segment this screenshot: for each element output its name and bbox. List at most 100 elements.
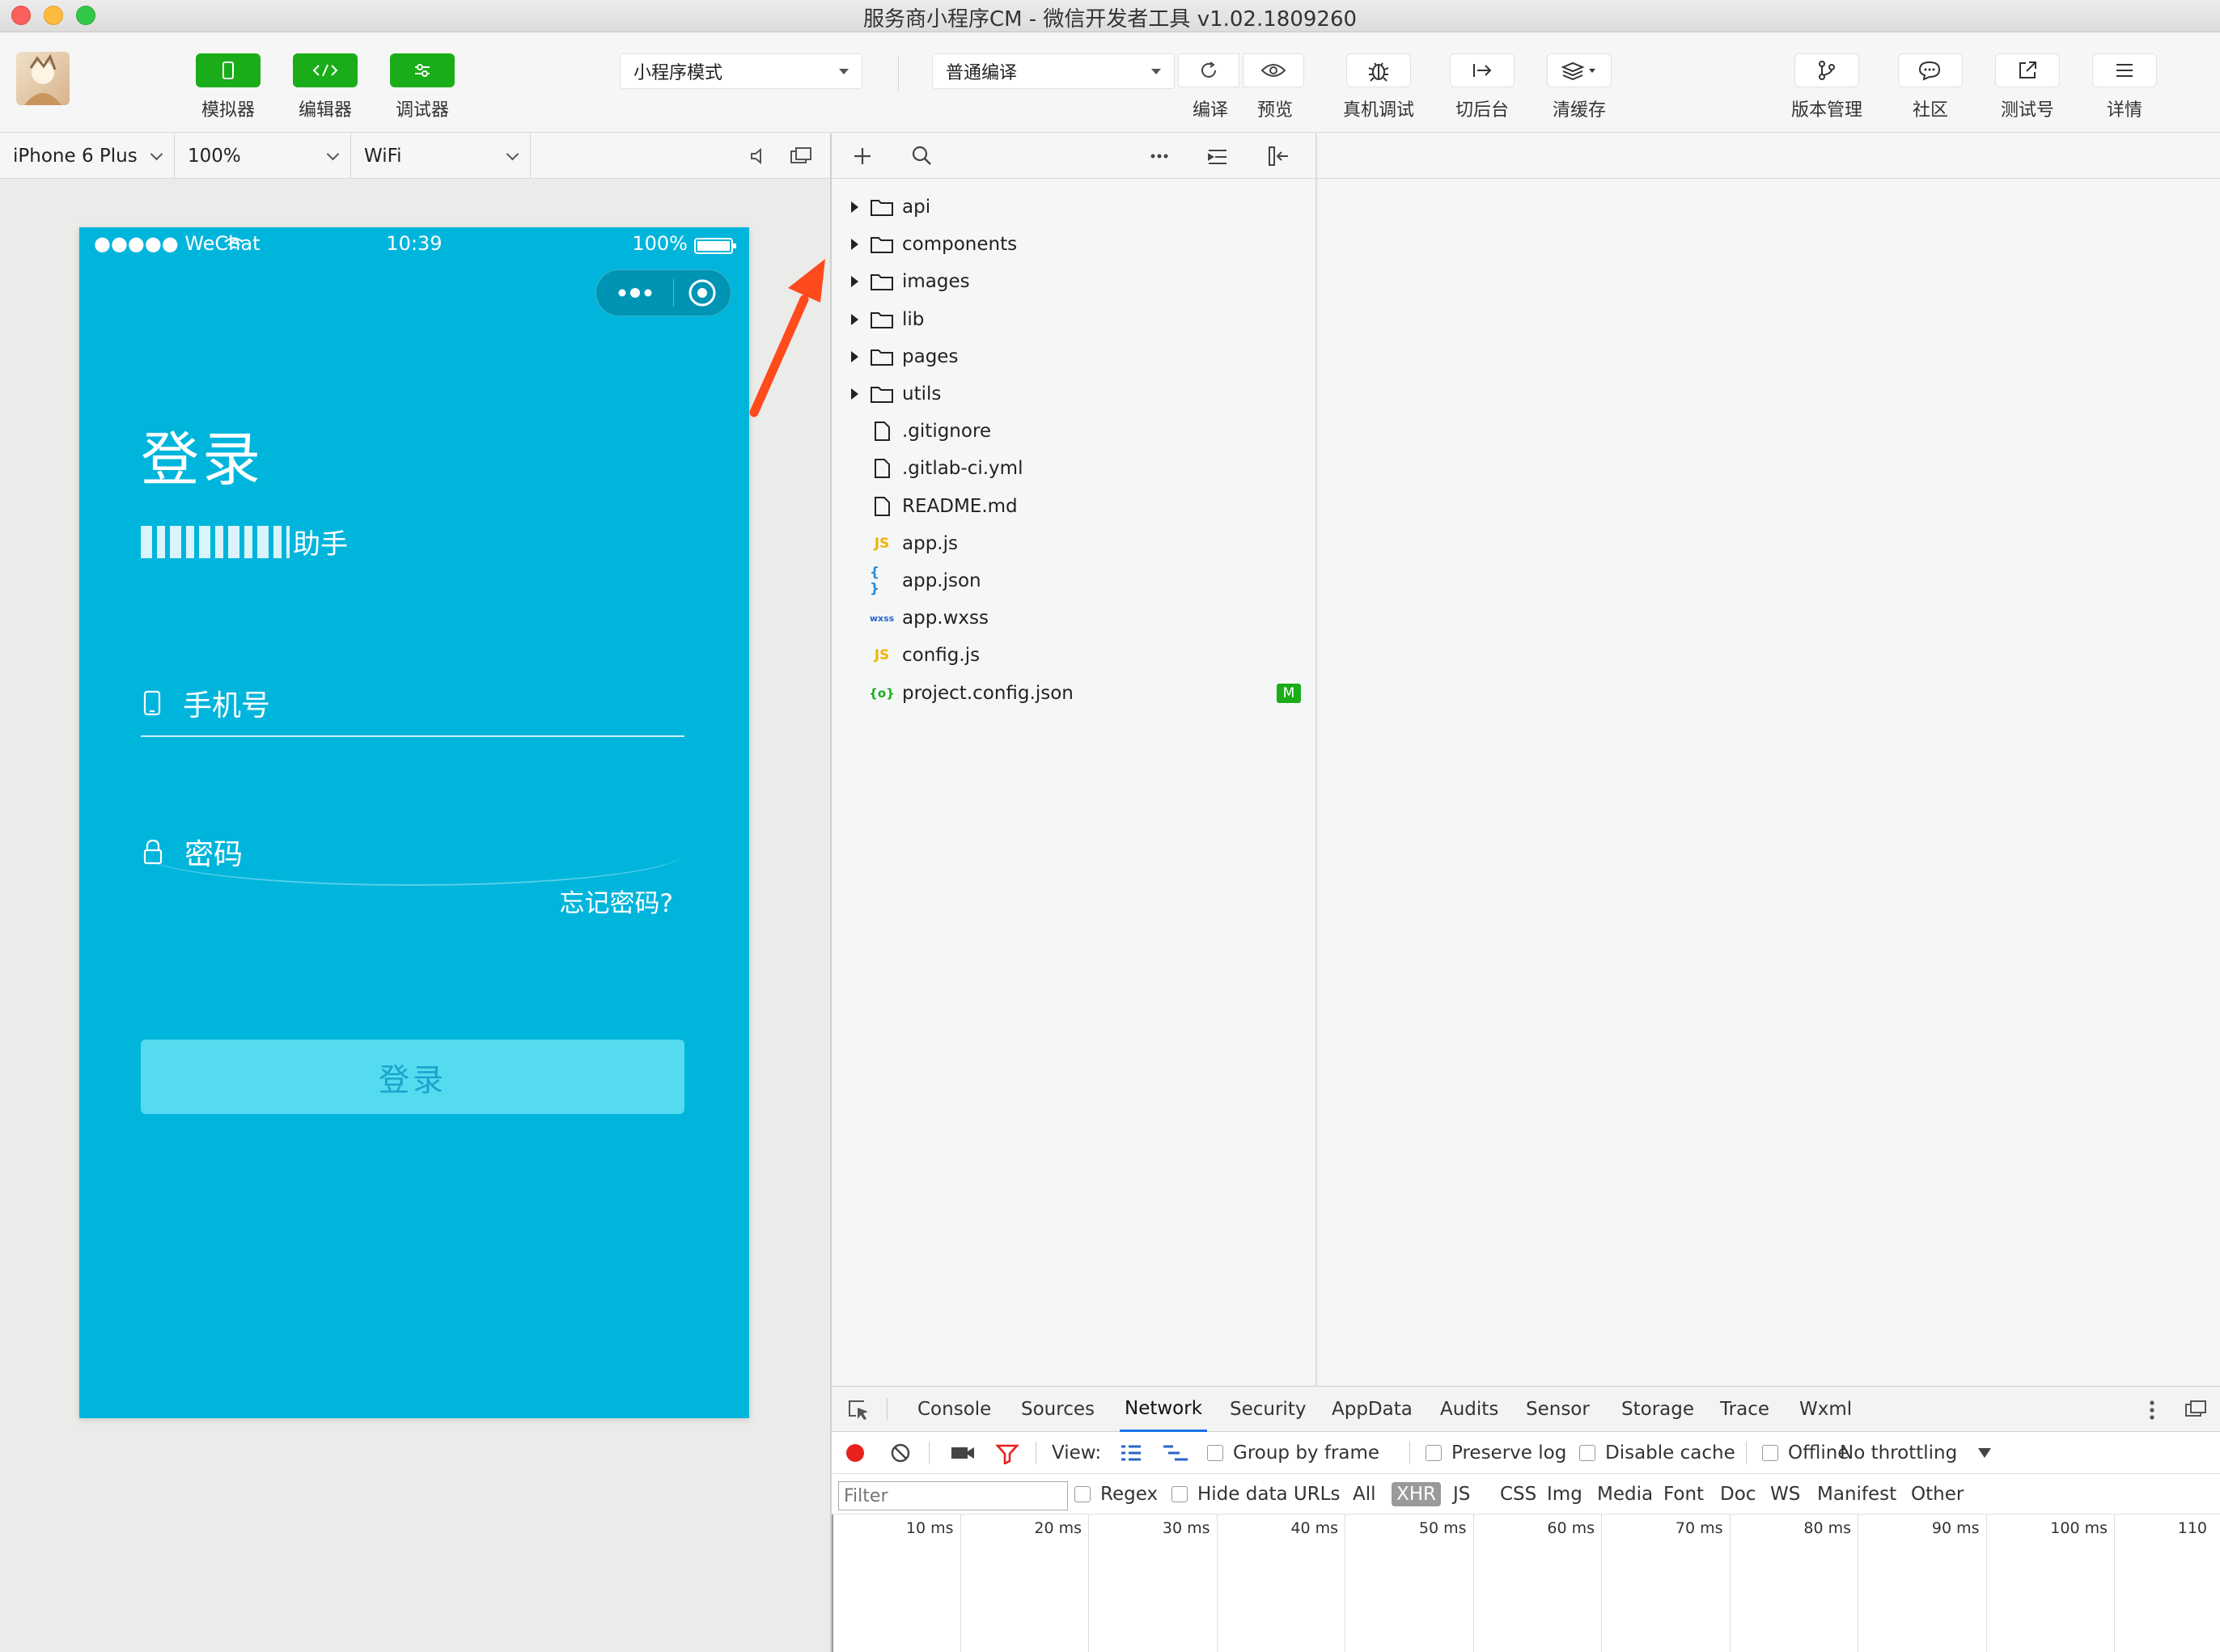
inspect-element-icon[interactable]	[846, 1398, 871, 1422]
filter-type-xhr[interactable]: XHR	[1392, 1474, 1442, 1514]
tab-network[interactable]: Network	[1120, 1387, 1208, 1432]
simulator-toggle-button[interactable]	[196, 53, 261, 87]
preserve-log-checkbox[interactable]: Preserve log	[1426, 1432, 1566, 1474]
expand-arrow-icon[interactable]	[851, 388, 858, 400]
kebab-menu-icon[interactable]	[2149, 1400, 2155, 1421]
preview-button[interactable]	[1243, 53, 1304, 87]
file-item[interactable]: .gitignore	[832, 413, 1315, 450]
add-icon[interactable]	[853, 146, 872, 166]
document-icon	[870, 496, 894, 517]
filter-type-media[interactable]: Media	[1597, 1474, 1653, 1514]
password-input[interactable]: 密码	[141, 820, 684, 886]
filter-type-img[interactable]: Img	[1547, 1474, 1582, 1514]
folder-item[interactable]: images	[832, 263, 1315, 300]
mode-select[interactable]: 小程序模式	[620, 53, 862, 89]
filter-type-all[interactable]: All	[1353, 1474, 1376, 1514]
timeline-tick-label: 40 ms	[1290, 1519, 1338, 1537]
zoom-select[interactable]: 100%	[175, 133, 351, 179]
filter-type-other[interactable]: Other	[1911, 1474, 1964, 1514]
device-select[interactable]: iPhone 6 Plus	[0, 133, 175, 179]
network-select[interactable]: WiFi	[351, 133, 531, 179]
file-name: config.js	[902, 645, 981, 667]
filter-type-css[interactable]: CSS	[1500, 1474, 1536, 1514]
version-control-button[interactable]	[1794, 53, 1859, 87]
filter-type-ws[interactable]: WS	[1770, 1474, 1800, 1514]
forgot-password-link[interactable]: 忘记密码?	[560, 883, 673, 919]
throttling-select[interactable]: No throttling	[1840, 1432, 1992, 1474]
filter-input[interactable]	[838, 1481, 1068, 1510]
close-miniprogram-button[interactable]	[674, 269, 731, 316]
details-button[interactable]	[2092, 53, 2157, 87]
tab-appdata[interactable]: AppData	[1327, 1387, 1417, 1432]
waterfall-view-icon[interactable]	[1162, 1444, 1189, 1462]
file-item[interactable]: wxss app.wxss	[832, 599, 1315, 637]
timeline-tick-label: 100 ms	[2050, 1519, 2108, 1537]
dock-icon[interactable]	[2184, 1400, 2207, 1419]
folder-item[interactable]: api	[832, 188, 1315, 226]
simulator-label: 模拟器	[201, 100, 255, 121]
search-icon[interactable]	[911, 145, 932, 166]
user-avatar[interactable]	[16, 52, 70, 105]
file-item[interactable]: JS config.js	[832, 637, 1315, 674]
folder-item[interactable]: utils	[832, 375, 1315, 413]
offline-checkbox[interactable]: Offline	[1762, 1432, 1849, 1474]
community-button[interactable]	[1898, 53, 1963, 87]
list-view-icon[interactable]	[1120, 1444, 1142, 1462]
screenshot-capture-icon[interactable]	[950, 1444, 976, 1462]
file-item[interactable]: JS app.js	[832, 525, 1315, 562]
detach-window-icon[interactable]	[790, 146, 812, 166]
filter-icon[interactable]	[995, 1443, 1019, 1464]
file-name: api	[902, 197, 931, 218]
folder-item[interactable]: lib	[832, 301, 1315, 338]
hide-data-urls-checkbox[interactable]: Hide data URLs	[1171, 1474, 1340, 1514]
remote-debug-button[interactable]	[1346, 53, 1411, 87]
preview-label: 预览	[1256, 100, 1293, 121]
folder-item[interactable]: components	[832, 226, 1315, 263]
tab-storage[interactable]: Storage	[1616, 1387, 1699, 1432]
file-item[interactable]: .gitlab-ci.yml	[832, 450, 1315, 487]
tab-console[interactable]: Console	[913, 1387, 996, 1432]
tab-sensor[interactable]: Sensor	[1521, 1387, 1595, 1432]
file-item[interactable]: README.md	[832, 488, 1315, 525]
ctrl-divider	[929, 1442, 930, 1464]
group-by-frame-checkbox[interactable]: Group by frame	[1207, 1432, 1379, 1474]
file-item[interactable]: {o} project.config.json M	[832, 675, 1315, 712]
folder-item[interactable]: pages	[832, 338, 1315, 375]
timeline-gridline	[1985, 1514, 1987, 1652]
debugger-toggle-button[interactable]	[390, 53, 455, 87]
compile-select[interactable]: 普通编译	[932, 53, 1175, 89]
expand-arrow-icon[interactable]	[851, 313, 858, 325]
clear-cache-button[interactable]	[1547, 53, 1612, 87]
filter-type-manifest[interactable]: Manifest	[1817, 1474, 1896, 1514]
file-item[interactable]: { } app.json	[832, 562, 1315, 599]
regex-checkbox[interactable]: Regex	[1074, 1474, 1158, 1514]
tab-audits[interactable]: Audits	[1435, 1387, 1503, 1432]
expand-arrow-icon[interactable]	[851, 276, 858, 288]
filter-type-js[interactable]: JS	[1453, 1474, 1470, 1514]
test-account-button[interactable]	[1995, 53, 2060, 87]
expand-arrow-icon[interactable]	[851, 350, 858, 362]
record-icon[interactable]	[845, 1442, 866, 1464]
background-switch-button[interactable]	[1450, 53, 1515, 87]
compile-button[interactable]	[1178, 53, 1239, 87]
filter-type-font[interactable]: Font	[1663, 1474, 1704, 1514]
devtools-tab-bar: Console Sources Network Security AppData Audi…	[832, 1387, 2220, 1432]
login-button[interactable]: 登录	[141, 1040, 684, 1114]
more-button[interactable]	[596, 269, 673, 316]
phone-input[interactable]: 手机号	[141, 671, 684, 737]
expand-arrow-icon[interactable]	[851, 239, 858, 251]
tab-security[interactable]: Security	[1225, 1387, 1311, 1432]
tab-trace[interactable]: Trace	[1715, 1387, 1774, 1432]
clear-icon[interactable]	[890, 1442, 911, 1464]
ellipsis-icon[interactable]	[1150, 154, 1168, 159]
tab-wxml[interactable]: Wxml	[1794, 1387, 1857, 1432]
tab-sources[interactable]: Sources	[1016, 1387, 1099, 1432]
toggle-sidebar-icon[interactable]	[1267, 145, 1290, 167]
editor-toggle-button[interactable]	[293, 53, 358, 87]
mute-icon[interactable]	[749, 146, 767, 166]
collapse-all-icon[interactable]	[1207, 148, 1228, 166]
clear-cache-label: 清缓存	[1552, 100, 1606, 121]
expand-arrow-icon[interactable]	[851, 201, 858, 213]
disable-cache-checkbox[interactable]: Disable cache	[1579, 1432, 1735, 1474]
filter-type-doc[interactable]: Doc	[1720, 1474, 1756, 1514]
